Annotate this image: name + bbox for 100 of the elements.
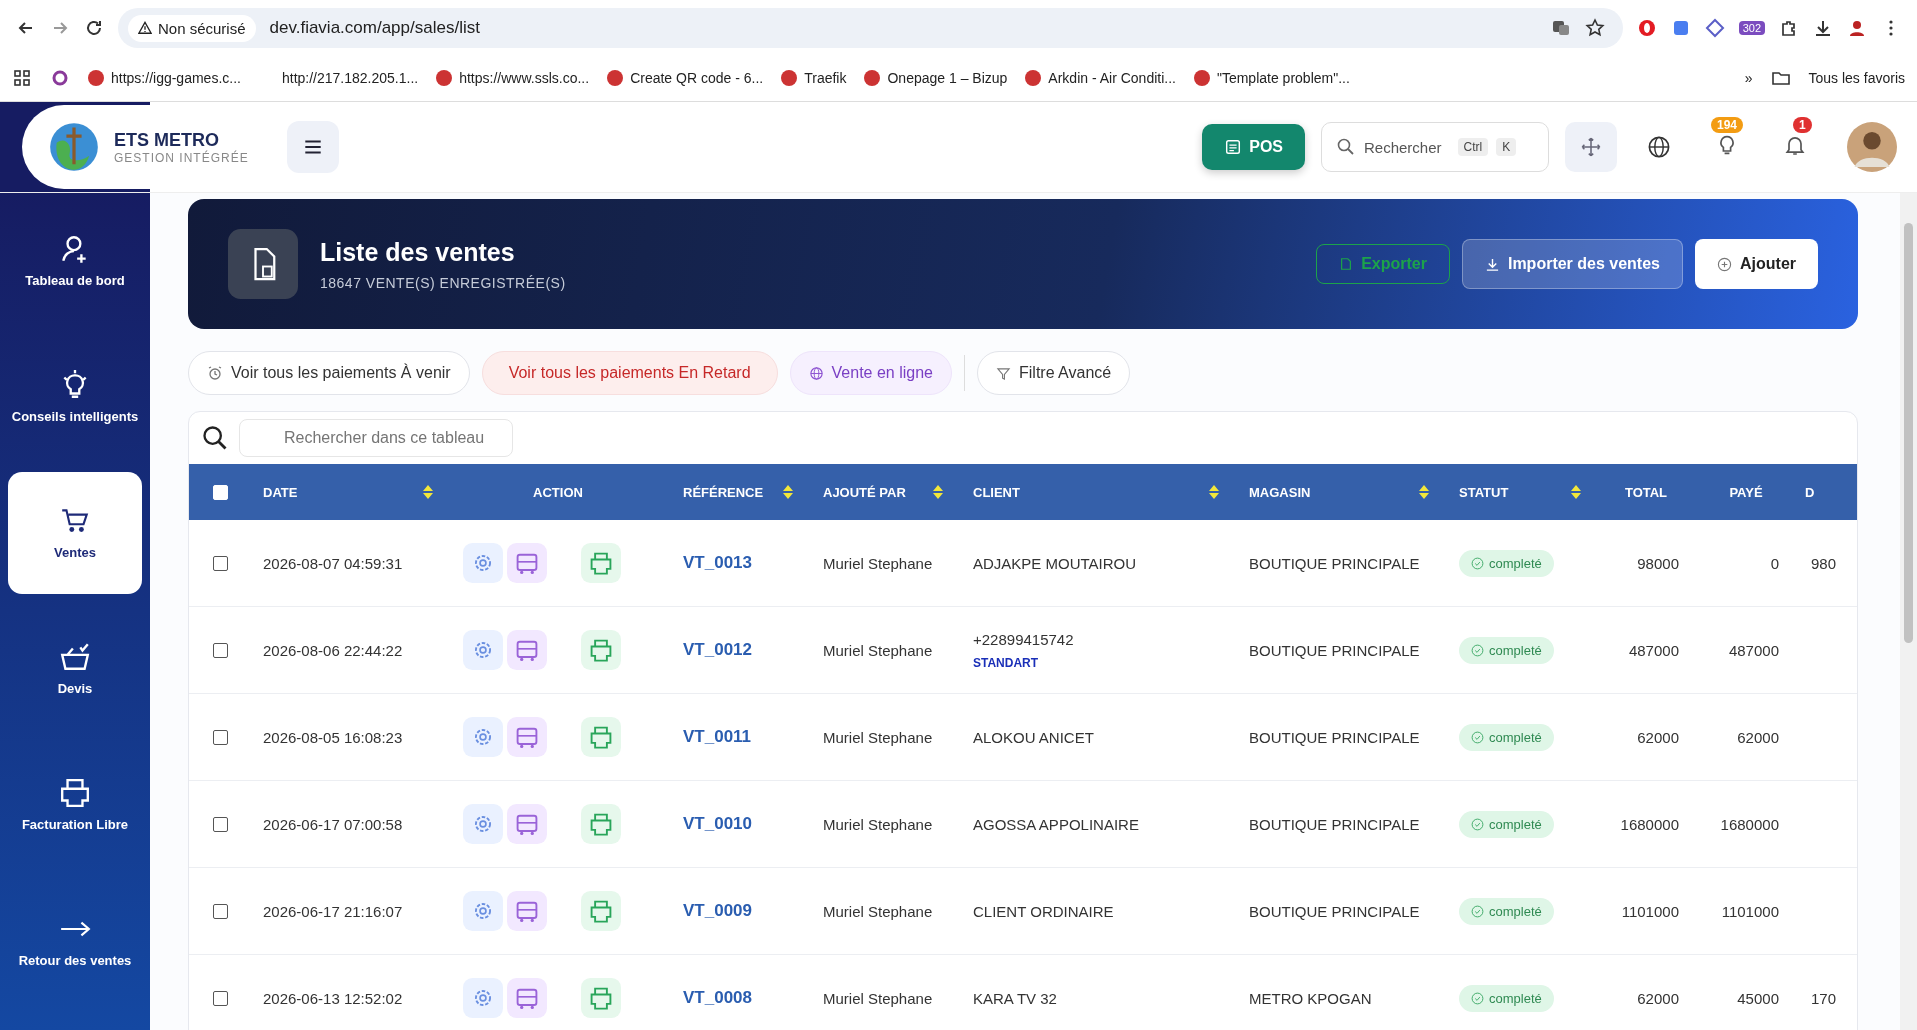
bookmark[interactable]: "Template problem"... xyxy=(1193,70,1350,86)
gear-icon[interactable] xyxy=(463,804,503,844)
gear-icon[interactable] xyxy=(463,978,503,1018)
store-cell-text: BOUTIQUE PRINCIPALE xyxy=(1248,728,1421,746)
bus-icon[interactable] xyxy=(507,978,547,1018)
sidebar-item[interactable]: Ventes xyxy=(8,472,142,594)
bookmark[interactable]: https://igg-games.c... xyxy=(88,70,241,86)
sort-icon[interactable] xyxy=(933,485,943,499)
avatar[interactable] xyxy=(1847,122,1897,172)
printer-icon[interactable] xyxy=(581,804,621,844)
extension-badge[interactable]: 302 xyxy=(1738,21,1765,35)
bus-icon[interactable] xyxy=(507,891,547,931)
bookmark[interactable]: https://www.ssls.co... xyxy=(436,70,590,86)
added-by-cell-text: Muriel Stephane xyxy=(822,554,934,572)
filter-chip[interactable]: Voir tous les paiements En Retard xyxy=(481,351,778,395)
move-arrows-icon xyxy=(1580,136,1602,158)
gear-icon[interactable] xyxy=(463,543,503,583)
sidebar-item[interactable]: Facturation Libre xyxy=(8,744,142,866)
total-cell-text: 487000 xyxy=(1627,641,1680,659)
reference-link[interactable]: VT_0011 xyxy=(671,727,811,747)
row-checkbox[interactable] xyxy=(212,903,228,919)
sort-icon[interactable] xyxy=(423,485,433,499)
reference-link[interactable]: VT_0013 xyxy=(671,553,811,573)
bookmark[interactable]: http://217.182.205.1... xyxy=(258,70,419,86)
gear-icon[interactable] xyxy=(463,630,503,670)
security-label[interactable]: Non sécurisé xyxy=(128,14,256,42)
filter-chip[interactable]: Voir tous les paiements À venir xyxy=(188,351,470,395)
column-header: PAYÉ xyxy=(1729,484,1763,500)
all-bookmarks[interactable]: Tous les favoris xyxy=(1808,70,1905,86)
bus-icon[interactable] xyxy=(507,543,547,583)
store-cell-text: BOUTIQUE PRINCIPALE xyxy=(1248,902,1421,920)
diamond-extension-icon[interactable] xyxy=(1704,18,1725,38)
printer-icon[interactable] xyxy=(581,717,621,757)
bookmark[interactable]: Onepage 1 – Bizup xyxy=(864,70,1008,86)
bookmark[interactable]: Create QR code - 6... xyxy=(607,70,764,86)
row-checkbox[interactable] xyxy=(212,729,228,745)
more-bookmarks[interactable]: » xyxy=(1744,70,1753,86)
reference-link[interactable]: VT_0009 xyxy=(671,901,811,921)
paid-cell-text: 1101000 xyxy=(1720,902,1780,920)
printer-icon[interactable] xyxy=(581,891,621,931)
sidebar-item[interactable]: Tableau de bord xyxy=(8,200,142,322)
paid-cell-text: 0 xyxy=(1769,554,1780,572)
row-checkbox[interactable] xyxy=(212,642,228,658)
reference-link[interactable]: VT_0008 xyxy=(671,988,811,1008)
added-by-cell-text: Muriel Stephane xyxy=(822,641,934,659)
sort-icon[interactable] xyxy=(1209,485,1219,499)
profile-icon[interactable] xyxy=(1847,18,1867,38)
due-cell: 170 xyxy=(1811,989,1837,1007)
printer-icon[interactable] xyxy=(581,978,621,1018)
sort-icon[interactable] xyxy=(1571,485,1581,499)
sales-count: 18647 VENTE(S) ENREGISTRÉE(S) xyxy=(320,274,566,291)
pos-button[interactable]: POS xyxy=(1202,124,1305,170)
apps-icon[interactable] xyxy=(12,68,32,88)
scrollbar[interactable] xyxy=(1900,193,1917,1030)
import-button[interactable]: Importer des ventes xyxy=(1461,239,1683,289)
column-header: CLIENT xyxy=(973,484,1020,500)
menu-button[interactable] xyxy=(286,121,339,173)
fullscreen-button[interactable] xyxy=(1565,122,1617,172)
download-icon[interactable] xyxy=(1813,18,1833,38)
total-cell-text: 62000 xyxy=(1636,728,1680,746)
globe-icon[interactable] xyxy=(1647,135,1671,159)
circle-icon[interactable] xyxy=(50,68,70,88)
bookmark[interactable]: Arkdin - Air Conditi... xyxy=(1025,70,1176,86)
sidebar-item[interactable]: Retour des ventes xyxy=(8,880,142,1002)
reference-link[interactable]: VT_0010 xyxy=(671,814,811,834)
filter-chip[interactable]: Filtre Avancé xyxy=(977,351,1131,395)
sort-icon[interactable] xyxy=(1419,485,1429,499)
printer-icon xyxy=(59,776,91,809)
gear-icon[interactable] xyxy=(463,891,503,931)
globe-logo-icon xyxy=(48,121,100,173)
select-all-checkbox[interactable] xyxy=(212,484,228,500)
status-badge: completé xyxy=(1459,984,1554,1012)
paid-cell-text: 1680000 xyxy=(1719,815,1780,833)
search-icon xyxy=(201,424,229,452)
row-checkbox[interactable] xyxy=(212,990,228,1006)
bus-icon[interactable] xyxy=(507,717,547,757)
table-search-field[interactable]: Rechercher dans ce tableau xyxy=(239,419,513,457)
warning-icon xyxy=(138,21,152,35)
receipt-icon xyxy=(1224,138,1243,156)
add-button[interactable]: Ajouter xyxy=(1695,239,1818,289)
printer-icon[interactable] xyxy=(581,543,621,583)
reload-icon[interactable] xyxy=(84,18,104,38)
bus-icon[interactable] xyxy=(507,630,547,670)
gear-icon[interactable] xyxy=(463,717,503,757)
printer-icon[interactable] xyxy=(581,630,621,670)
file-icon xyxy=(1339,257,1354,271)
star-icon[interactable] xyxy=(1584,18,1605,38)
translate-icon[interactable] xyxy=(1550,18,1571,38)
row-checkbox[interactable] xyxy=(212,555,228,571)
address-bar[interactable]: Non sécurisé dev.fiavia.com/app/sales/list xyxy=(118,8,1623,48)
search-field[interactable]: Rechercher Ctrl K xyxy=(1321,122,1549,172)
bus-icon[interactable] xyxy=(507,804,547,844)
reference-link[interactable]: VT_0012 xyxy=(671,640,811,660)
sidebar-item[interactable]: Devis xyxy=(8,608,142,730)
status-badge: completé xyxy=(1459,897,1554,925)
sort-icon[interactable] xyxy=(783,485,793,499)
bookmark[interactable]: Traefik xyxy=(781,70,847,86)
filter-chip[interactable]: Vente en ligne xyxy=(789,351,952,395)
row-checkbox[interactable] xyxy=(212,816,228,832)
sidebar-item[interactable]: Conseils intelligents xyxy=(8,336,142,458)
